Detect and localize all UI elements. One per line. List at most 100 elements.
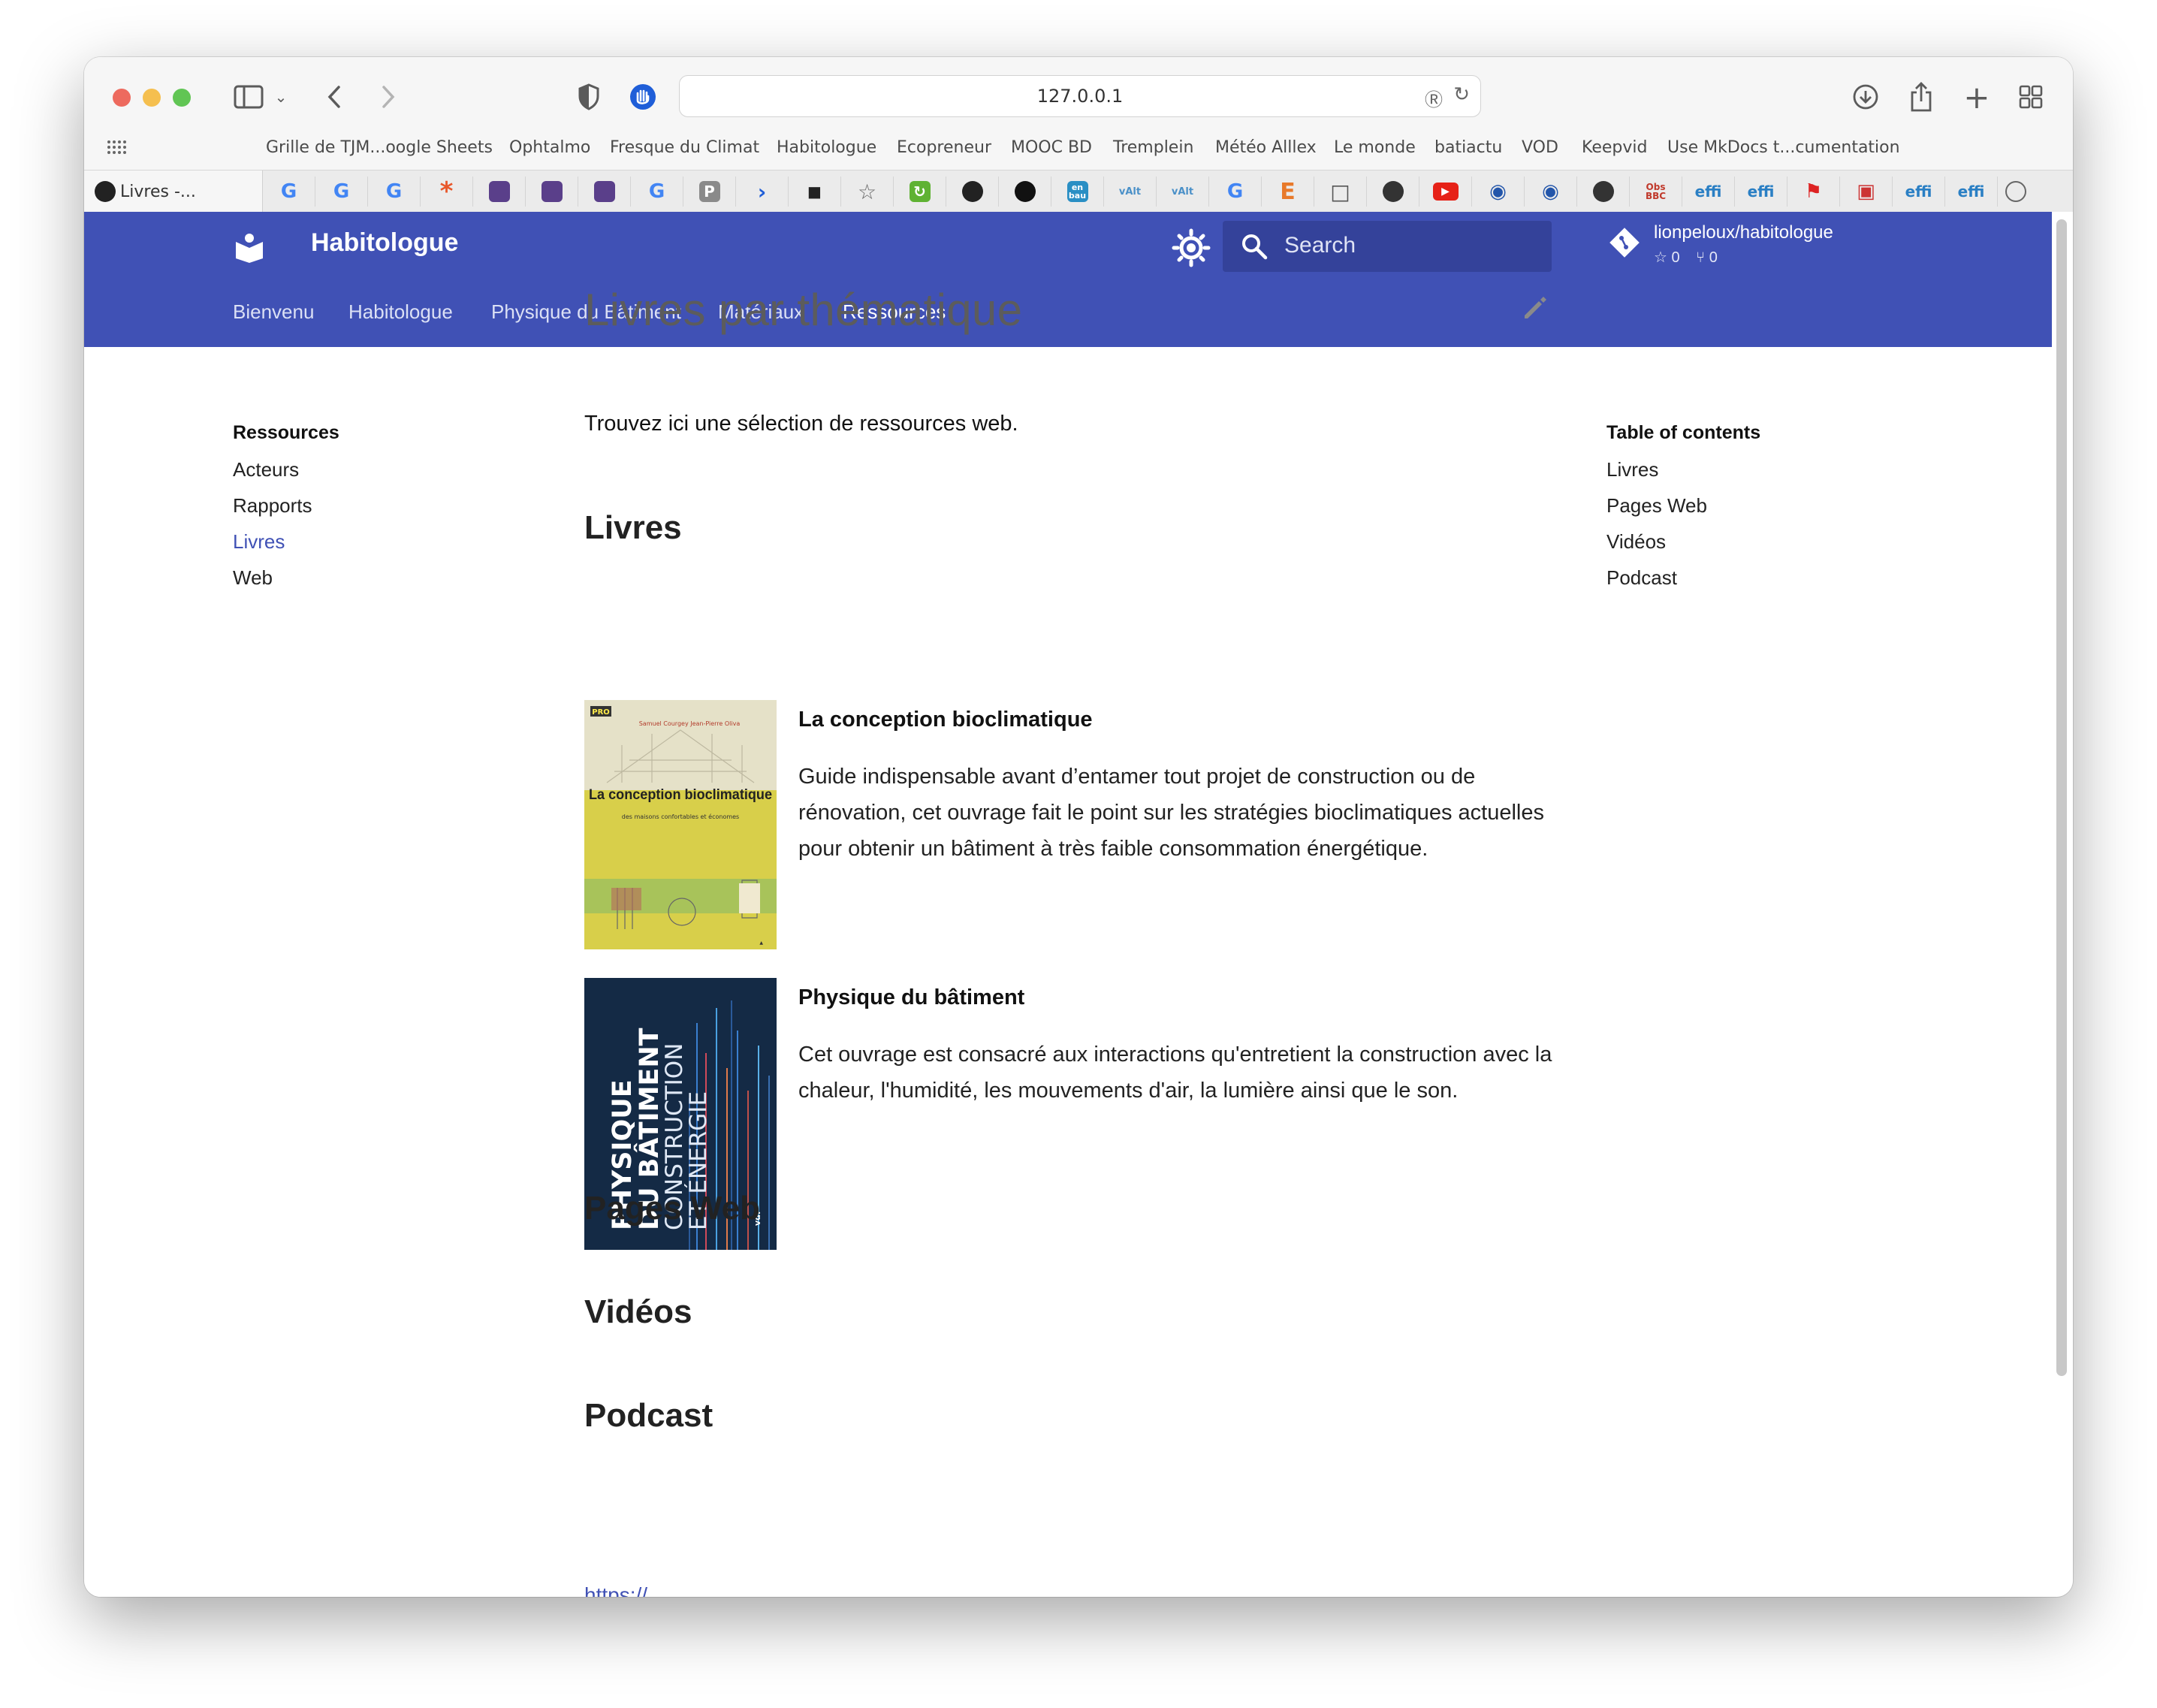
pinned-tab-green[interactable]: ↻ <box>894 177 946 207</box>
pinned-tab-blue[interactable]: ◉ <box>1472 177 1525 207</box>
bookmark-item[interactable]: Fresque du Climat <box>610 138 759 157</box>
translate-icon[interactable]: Ⓡ <box>1425 85 1443 111</box>
pinned-tab-dark[interactable] <box>1577 177 1630 207</box>
bookmark-item[interactable]: Ophtalmo <box>509 138 590 157</box>
bookmark-item[interactable]: Ecopreneur <box>897 138 991 157</box>
pinned-tabs: G G G * G P › ■ ☆ ↻ en bau vAlt vAlt G E <box>263 170 2073 213</box>
pinned-tab-purple[interactable] <box>578 177 631 207</box>
pinned-tab-doc[interactable]: □ <box>1314 177 1367 207</box>
pinned-tab-terminal[interactable]: › <box>736 177 789 207</box>
pinned-tab-effi[interactable]: effi <box>1893 177 1945 207</box>
pinned-tab-github[interactable] <box>999 177 1051 207</box>
share-icon[interactable] <box>1906 80 1936 114</box>
pinned-tab-youtube[interactable]: ▶ <box>1419 177 1472 207</box>
toc-item-livres[interactable]: Livres <box>1606 458 1658 481</box>
toc-item-podcast[interactable]: Podcast <box>1606 566 1677 590</box>
tab-overview-icon[interactable] <box>2016 80 2046 114</box>
pinned-tab-google[interactable]: G <box>263 177 315 207</box>
bookmark-item[interactable]: MOOC BD <box>1011 138 1092 157</box>
zoom-window-button[interactable] <box>173 89 191 107</box>
pinned-tab-google[interactable]: G <box>315 177 368 207</box>
toc-item-videos[interactable]: Vidéos <box>1606 530 1666 554</box>
bookmark-item[interactable]: Le monde <box>1334 138 1416 157</box>
privacy-shield-icon[interactable] <box>575 80 602 114</box>
book-logo-icon[interactable] <box>233 231 266 264</box>
sidebar-toggle-icon[interactable] <box>231 80 266 114</box>
podcast-link[interactable]: https://... <box>584 1583 665 1597</box>
pinned-tab-purple[interactable] <box>473 177 526 207</box>
pinned-tab-google[interactable]: G <box>631 177 683 207</box>
bookmark-item[interactable]: batiactu <box>1434 138 1502 157</box>
book-cover-bioclimatique[interactable]: PRO Samuel Courgey Jean-Pierre Oliva La … <box>584 700 777 949</box>
github-icon <box>1014 181 1036 202</box>
pinned-tab-book[interactable]: ■ <box>789 177 841 207</box>
theme-toggle-icon[interactable] <box>1172 228 1211 267</box>
pinned-tab-dark[interactable] <box>1367 177 1419 207</box>
toc-heading: Table of contents <box>1606 422 1761 443</box>
forward-arrow-icon[interactable] <box>377 80 400 114</box>
bookmark-item[interactable]: Habitologue <box>777 138 876 157</box>
pinned-tab-effi[interactable]: effi <box>1735 177 1787 207</box>
pinned-tab-e[interactable]: E <box>1262 177 1314 207</box>
pinned-tab-valt[interactable]: vAlt <box>1104 177 1157 207</box>
repo-name-link[interactable]: lionpeloux/habitologue <box>1654 222 1833 243</box>
pinned-tab-star[interactable]: ☆ <box>841 177 894 207</box>
reload-icon[interactable]: ↻ <box>1453 83 1470 106</box>
downloads-icon[interactable] <box>1849 80 1882 114</box>
pinned-tab-obs[interactable]: Obs BBC <box>1630 177 1682 207</box>
pinned-tab-google[interactable]: G <box>1209 177 1262 207</box>
page-title: Livres par thématique <box>584 285 1023 335</box>
back-arrow-icon[interactable] <box>323 80 345 114</box>
chevron-down-icon[interactable]: ⌄ <box>272 80 290 114</box>
bookmark-item[interactable]: Keepvid <box>1582 138 1647 157</box>
toc-item-pages-web[interactable]: Pages Web <box>1606 494 1707 518</box>
tab-livres[interactable]: Livres -... <box>84 170 263 213</box>
pinned-tab-dark[interactable] <box>946 177 999 207</box>
site-title[interactable]: Habitologue <box>311 228 458 258</box>
nav-tab-bienvenu[interactable]: Bienvenu <box>233 300 314 324</box>
sidebar-item-acteurs[interactable]: Acteurs <box>233 458 299 481</box>
search-box[interactable]: Search <box>1223 221 1552 272</box>
section-heading-videos: Vidéos <box>584 1293 692 1330</box>
pinned-tab-blue[interactable]: ◉ <box>1525 177 1577 207</box>
history-clock-icon[interactable] <box>2005 181 2026 202</box>
bookmark-item[interactable]: VOD <box>1522 138 1558 157</box>
sidebar-item-web[interactable]: Web <box>233 566 273 590</box>
cover-authors: Samuel Courgey Jean-Pierre Oliva <box>639 720 741 727</box>
new-tab-plus-icon[interactable]: + <box>1962 79 1992 116</box>
repo-stars: ☆ 0 <box>1654 249 1680 266</box>
bookmark-item[interactable]: Tremplein <box>1113 138 1193 157</box>
sidebar-item-livres[interactable]: Livres <box>233 530 285 554</box>
dark-circle-icon <box>1592 181 1614 202</box>
pinned-tab-enbau[interactable]: en bau <box>1051 177 1104 207</box>
pinned-tab-valt[interactable]: vAlt <box>1157 177 1209 207</box>
pinned-tab-p[interactable]: P <box>683 177 736 207</box>
pinned-tab-google[interactable]: G <box>368 177 421 207</box>
dark-circle-icon <box>961 181 983 202</box>
pinned-tab-purple[interactable] <box>526 177 578 207</box>
purple-app-icon <box>488 181 510 202</box>
pinned-tab-effi[interactable]: effi <box>1682 177 1735 207</box>
pinned-tab-gouv[interactable]: ⚑ <box>1787 177 1840 207</box>
address-bar[interactable]: 127.0.0.1 Ⓡ ↻ <box>679 75 1481 117</box>
pinned-tab-asterisk[interactable]: * <box>421 177 473 207</box>
sidebar-item-rapports[interactable]: Rapports <box>233 494 312 518</box>
pinned-tab-square[interactable]: ▣ <box>1840 177 1893 207</box>
minimize-window-button[interactable] <box>143 89 161 107</box>
bookmarks-grid-icon[interactable] <box>107 140 126 158</box>
git-repo-icon[interactable] <box>1609 227 1640 258</box>
edit-pencil-icon[interactable] <box>1520 293 1550 323</box>
bookmark-item[interactable]: Météo Alllex <box>1215 138 1317 157</box>
nav-tab-habitologue[interactable]: Habitologue <box>348 300 453 324</box>
bookmark-item[interactable]: Grille de TJM...oogle Sheets <box>266 138 493 157</box>
close-window-button[interactable] <box>113 89 131 107</box>
dark-circle-icon <box>1382 181 1404 202</box>
section-heading-pages-web: Pages Web <box>584 1190 760 1227</box>
bookmark-item[interactable]: Use MkDocs t...cumentation <box>1667 138 1900 157</box>
pinned-tab-effi[interactable]: effi <box>1945 177 1998 207</box>
sidebar-heading: Ressources <box>233 422 339 443</box>
page-scrollbar[interactable] <box>2056 219 2067 1376</box>
purple-app-icon <box>593 181 615 202</box>
book-description: Cet ouvrage est consacré aux interaction… <box>798 1043 1552 1103</box>
adblock-hand-icon[interactable] <box>628 80 658 114</box>
